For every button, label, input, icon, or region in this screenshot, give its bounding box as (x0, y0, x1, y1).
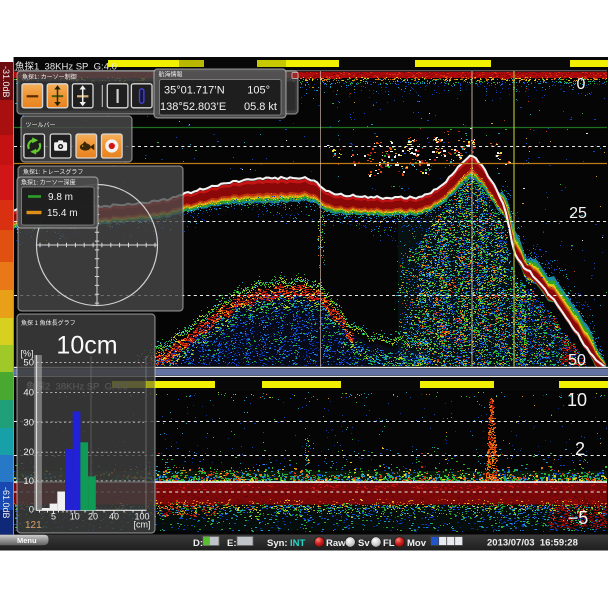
svg-text:40: 40 (109, 512, 119, 522)
svg-text:10: 10 (23, 476, 34, 487)
svg-text:航海情報: 航海情報 (159, 71, 183, 79)
svg-text:Syn:: Syn: (267, 538, 288, 549)
svg-text:2013/07/03 16:59:28: 2013/07/03 16:59:28 (487, 538, 578, 549)
svg-text:105°: 105° (247, 85, 270, 97)
svg-text:0: 0 (29, 505, 34, 516)
svg-text:Raw: Raw (326, 538, 346, 549)
svg-text:10cm: 10cm (56, 332, 117, 360)
svg-text:25: 25 (569, 205, 587, 222)
svg-text:Mov: Mov (407, 538, 427, 549)
svg-text:D:: D: (193, 538, 203, 549)
svg-text:魚探1: カーソー深度: 魚探1: カーソー深度 (21, 179, 76, 187)
svg-text:INT: INT (290, 538, 306, 549)
svg-text:[cm]: [cm] (134, 520, 151, 530)
svg-text:20: 20 (23, 447, 34, 458)
svg-text:0: 0 (577, 76, 586, 93)
svg-text:10: 10 (70, 512, 80, 522)
svg-text:30: 30 (23, 418, 34, 429)
svg-text:-61.0dB: -61.0dB (1, 487, 11, 519)
svg-text:121: 121 (25, 520, 42, 531)
svg-text:138°52.803’E: 138°52.803’E (160, 101, 226, 113)
svg-text:FL: FL (383, 538, 395, 549)
svg-text:魚探 1 魚体長グラフ: 魚探 1 魚体長グラフ (21, 319, 76, 327)
svg-text:Sv: Sv (358, 538, 370, 549)
svg-text:魚探1: カーソー制御: 魚探1: カーソー制御 (22, 73, 77, 81)
svg-text:40: 40 (23, 388, 34, 399)
svg-text:10: 10 (567, 390, 587, 410)
svg-text:9.8 m: 9.8 m (48, 192, 73, 203)
svg-text:20: 20 (88, 512, 98, 522)
svg-text:5: 5 (51, 512, 56, 522)
svg-text:35°01.717’N: 35°01.717’N (164, 85, 225, 97)
svg-text:15.4 m: 15.4 m (47, 208, 78, 219)
svg-text:Menu: Menu (17, 536, 37, 545)
svg-text:E:: E: (227, 538, 237, 549)
svg-text:2: 2 (575, 439, 585, 459)
svg-text:50: 50 (23, 358, 34, 369)
svg-text:魚探1: トレースグラフ: 魚探1: トレースグラフ (23, 168, 83, 176)
svg-text:-31.0dB: -31.0dB (1, 66, 11, 98)
svg-text:−5: −5 (568, 508, 589, 528)
svg-text:05.8 kt: 05.8 kt (244, 101, 277, 113)
svg-text:50: 50 (568, 352, 586, 369)
svg-text:ツールバー: ツールバー (26, 122, 56, 129)
